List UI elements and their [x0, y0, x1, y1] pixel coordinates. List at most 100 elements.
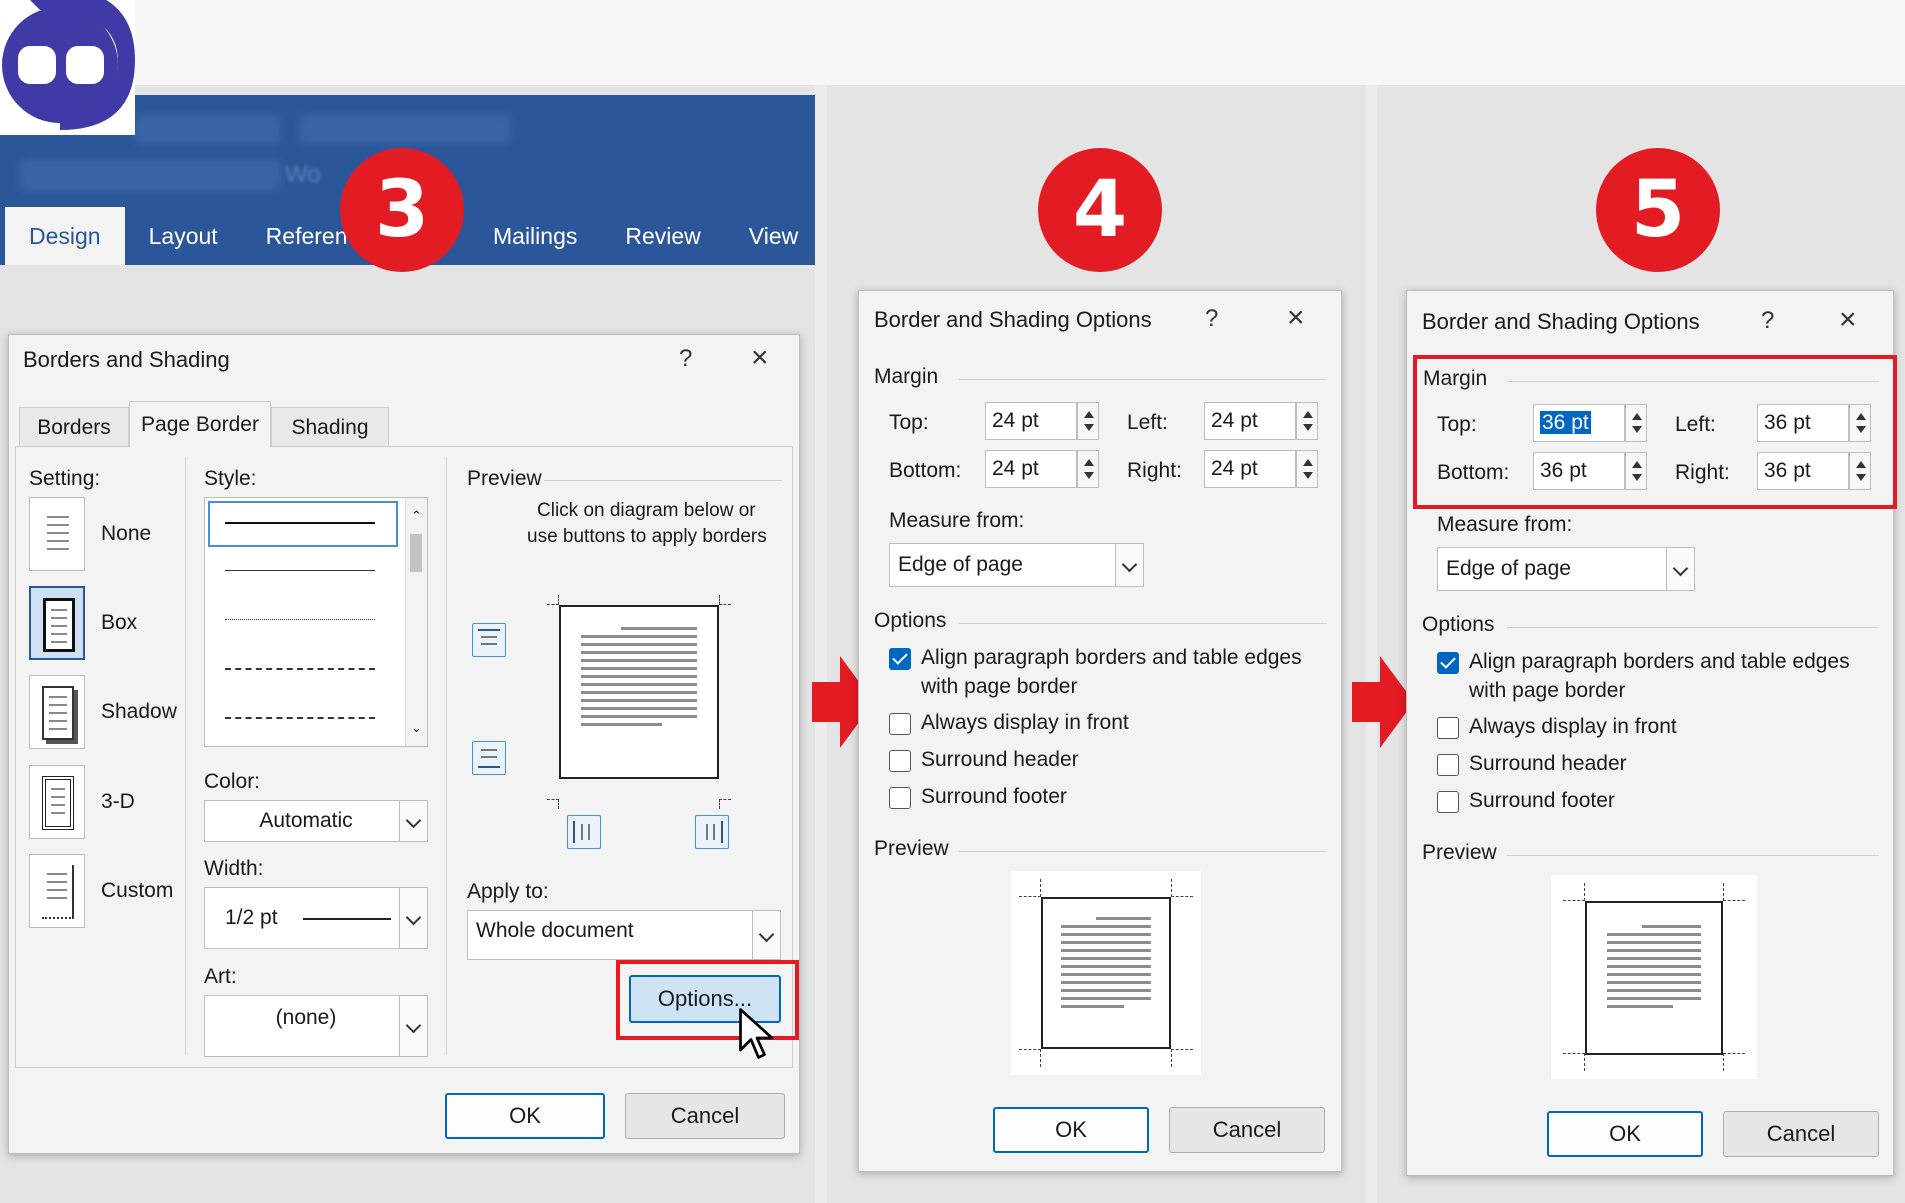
- bottom-margin-stepper[interactable]: [1077, 450, 1099, 488]
- setting-custom-icon[interactable]: [29, 854, 85, 928]
- tab-review[interactable]: Review: [601, 207, 724, 265]
- align-borders-checkbox[interactable]: [889, 648, 911, 670]
- right-border-button[interactable]: [695, 815, 729, 849]
- tab-shading[interactable]: Shading: [271, 407, 389, 447]
- tab-design[interactable]: Design: [5, 207, 125, 265]
- ok-button[interactable]: OK: [445, 1093, 605, 1139]
- style-dashed[interactable]: [225, 668, 375, 670]
- measure-from-value: Edge of page: [1446, 557, 1571, 580]
- chevron-down-icon[interactable]: [752, 911, 780, 959]
- setting-3d-label[interactable]: 3-D: [101, 790, 135, 814]
- left-margin-input[interactable]: 24 pt: [1204, 402, 1296, 440]
- chevron-down-icon[interactable]: [399, 888, 427, 948]
- top-margin-stepper[interactable]: [1077, 402, 1099, 440]
- measure-from-select[interactable]: Edge of page: [1437, 547, 1695, 591]
- surround-footer-checkbox[interactable]: [889, 787, 911, 809]
- measure-from-select[interactable]: Edge of page: [889, 543, 1144, 587]
- preview-label: Preview: [1422, 841, 1497, 864]
- help-button[interactable]: ?: [679, 345, 692, 373]
- art-select[interactable]: (none): [204, 995, 428, 1057]
- surround-header-checkbox[interactable]: [1437, 754, 1459, 776]
- bottom-margin-stepper[interactable]: [1625, 452, 1647, 490]
- setting-none-icon[interactable]: [29, 497, 85, 571]
- right-margin-stepper[interactable]: [1849, 452, 1871, 490]
- tab-view[interactable]: View: [725, 207, 815, 265]
- setting-shadow-label[interactable]: Shadow: [101, 700, 177, 724]
- preview-diagram: [1551, 875, 1757, 1079]
- right-margin-input[interactable]: 24 pt: [1204, 450, 1296, 488]
- right-margin-stepper[interactable]: [1296, 450, 1318, 488]
- setting-box-icon[interactable]: [29, 586, 85, 660]
- tab-borders[interactable]: Borders: [19, 407, 129, 447]
- mouse-cursor-icon: [739, 1008, 774, 1059]
- top-margin-stepper[interactable]: [1625, 404, 1647, 442]
- style-scrollbar[interactable]: ⌃ ⌄: [405, 498, 427, 746]
- bottom-label: Bottom:: [1437, 461, 1510, 484]
- setting-box-label[interactable]: Box: [101, 611, 137, 635]
- preview-diagram: [1011, 871, 1201, 1075]
- apply-to-label: Apply to:: [467, 880, 549, 903]
- apply-to-select[interactable]: Whole document: [467, 910, 781, 960]
- top-margin-input[interactable]: 24 pt: [985, 402, 1077, 440]
- bottom-margin-input[interactable]: 24 pt: [985, 450, 1077, 488]
- ok-button[interactable]: OK: [1547, 1111, 1703, 1157]
- style-dash-dot[interactable]: [225, 717, 375, 719]
- style-solid[interactable]: [225, 522, 375, 524]
- left-margin-stepper[interactable]: [1849, 404, 1871, 442]
- top-border-button[interactable]: [472, 623, 506, 657]
- chevron-down-icon[interactable]: [1666, 548, 1694, 590]
- border-shading-options-dialog-2: Border and Shading Options ? × Margin To…: [1406, 290, 1897, 1176]
- step-badge-3: 3: [340, 148, 464, 272]
- chevron-down-icon[interactable]: [399, 801, 427, 841]
- setting-custom-label[interactable]: Custom: [101, 879, 173, 903]
- setting-3d-icon[interactable]: [29, 765, 85, 839]
- scroll-up-icon[interactable]: ⌃: [411, 508, 422, 524]
- help-button[interactable]: ?: [1761, 307, 1774, 335]
- chevron-down-icon[interactable]: [399, 996, 427, 1056]
- close-icon[interactable]: ×: [1287, 303, 1305, 333]
- left-margin-input[interactable]: 36 pt: [1757, 404, 1849, 442]
- ok-button[interactable]: OK: [993, 1107, 1149, 1153]
- preview-diagram[interactable]: [547, 595, 731, 809]
- tab-layout[interactable]: Layout: [125, 207, 242, 265]
- left-border-button[interactable]: [567, 815, 601, 849]
- scroll-thumb[interactable]: [410, 534, 422, 572]
- close-icon[interactable]: ×: [751, 343, 769, 373]
- cancel-button[interactable]: Cancel: [1723, 1111, 1879, 1157]
- display-front-checkbox[interactable]: [1437, 717, 1459, 739]
- ribbon-blurred-title: Wo: [285, 161, 321, 188]
- align-borders-checkbox[interactable]: [1437, 652, 1459, 674]
- logo-icon: [2, 0, 135, 130]
- measure-from-label: Measure from:: [1437, 513, 1573, 536]
- right-label: Right:: [1127, 459, 1182, 482]
- chevron-down-icon[interactable]: [1115, 544, 1143, 586]
- right-margin-input[interactable]: 36 pt: [1757, 452, 1849, 490]
- options-label: Options: [1422, 613, 1495, 636]
- setting-none-label[interactable]: None: [101, 522, 151, 546]
- measure-from-label: Measure from:: [889, 509, 1025, 532]
- style-list[interactable]: ⌃ ⌄: [204, 497, 428, 747]
- width-select[interactable]: 1/2 pt: [204, 887, 428, 949]
- surround-header-checkbox[interactable]: [889, 750, 911, 772]
- left-margin-stepper[interactable]: [1296, 402, 1318, 440]
- surround-footer-label: Surround footer: [921, 785, 1067, 808]
- tab-page-border[interactable]: Page Border: [129, 401, 271, 447]
- setting-shadow-icon[interactable]: [29, 675, 85, 749]
- display-front-checkbox[interactable]: [889, 713, 911, 735]
- top-margin-input[interactable]: 36 pt: [1533, 404, 1625, 442]
- close-icon[interactable]: ×: [1839, 305, 1857, 335]
- cancel-button[interactable]: Cancel: [625, 1093, 785, 1139]
- divider: [959, 623, 1327, 624]
- help-button[interactable]: ?: [1205, 305, 1218, 333]
- bottom-label: Bottom:: [889, 459, 962, 482]
- bottom-border-button[interactable]: [472, 741, 506, 775]
- width-label: Width:: [204, 857, 264, 880]
- cancel-button[interactable]: Cancel: [1169, 1107, 1325, 1153]
- scroll-down-icon[interactable]: ⌄: [411, 720, 422, 736]
- surround-footer-checkbox[interactable]: [1437, 791, 1459, 813]
- display-front-label: Always display in front: [921, 711, 1129, 734]
- style-thin[interactable]: [225, 570, 375, 571]
- bottom-margin-input[interactable]: 36 pt: [1533, 452, 1625, 490]
- color-select[interactable]: Automatic: [204, 800, 428, 842]
- style-dotted[interactable]: [225, 619, 375, 620]
